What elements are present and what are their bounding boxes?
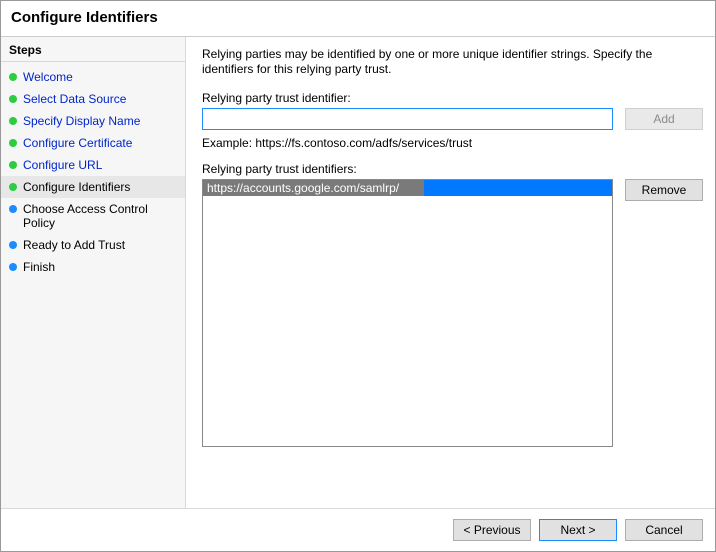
step-bullet-icon: [9, 183, 17, 191]
step-bullet-icon: [9, 95, 17, 103]
step-label: Specify Display Name: [23, 114, 177, 128]
step-label: Choose Access Control Policy: [23, 202, 177, 230]
identifier-label: Relying party trust identifier:: [202, 91, 703, 105]
step-label: Finish: [23, 260, 177, 274]
cancel-button[interactable]: Cancel: [625, 519, 703, 541]
step-finish[interactable]: Finish: [1, 256, 185, 278]
step-label: Select Data Source: [23, 92, 177, 106]
wizard-window: Configure Identifiers Steps Welcome Selec…: [0, 0, 716, 552]
step-choose-access-control-policy[interactable]: Choose Access Control Policy: [1, 198, 185, 234]
step-bullet-icon: [9, 205, 17, 213]
sidebar-heading: Steps: [1, 43, 185, 62]
remove-button[interactable]: Remove: [625, 179, 703, 201]
content-area: Steps Welcome Select Data Source Specify D…: [1, 37, 715, 508]
intro-text: Relying parties may be identified by one…: [202, 47, 703, 77]
list-item[interactable]: https://accounts.google.com/samlrp/: [203, 180, 612, 196]
next-button[interactable]: Next >: [539, 519, 617, 541]
step-select-data-source[interactable]: Select Data Source: [1, 88, 185, 110]
step-bullet-icon: [9, 241, 17, 249]
step-label: Configure Certificate: [23, 136, 177, 150]
add-button[interactable]: Add: [625, 108, 703, 130]
step-label: Ready to Add Trust: [23, 238, 177, 252]
previous-button[interactable]: < Previous: [453, 519, 531, 541]
step-label: Welcome: [23, 70, 177, 84]
step-configure-url[interactable]: Configure URL: [1, 154, 185, 176]
step-bullet-icon: [9, 263, 17, 271]
step-label: Configure URL: [23, 158, 177, 172]
step-ready-to-add-trust[interactable]: Ready to Add Trust: [1, 234, 185, 256]
page-title: Configure Identifiers: [1, 1, 715, 37]
step-bullet-icon: [9, 139, 17, 147]
step-label: Configure Identifiers: [23, 180, 177, 194]
identifiers-listbox[interactable]: https://accounts.google.com/samlrp/: [202, 179, 613, 447]
step-configure-identifiers: Configure Identifiers: [1, 176, 185, 198]
steps-sidebar: Steps Welcome Select Data Source Specify D…: [1, 37, 186, 508]
step-welcome[interactable]: Welcome: [1, 66, 185, 88]
main-panel: Relying parties may be identified by one…: [186, 37, 715, 508]
example-text: Example: https://fs.contoso.com/adfs/ser…: [202, 136, 703, 150]
steps-list: Welcome Select Data Source Specify Display…: [1, 66, 185, 278]
step-bullet-icon: [9, 161, 17, 169]
identifiers-label: Relying party trust identifiers:: [202, 162, 703, 176]
step-configure-certificate[interactable]: Configure Certificate: [1, 132, 185, 154]
identifier-input[interactable]: [202, 108, 613, 130]
step-bullet-icon: [9, 117, 17, 125]
step-bullet-icon: [9, 73, 17, 81]
step-specify-display-name[interactable]: Specify Display Name: [1, 110, 185, 132]
footer-buttons: < Previous Next > Cancel: [1, 508, 715, 551]
